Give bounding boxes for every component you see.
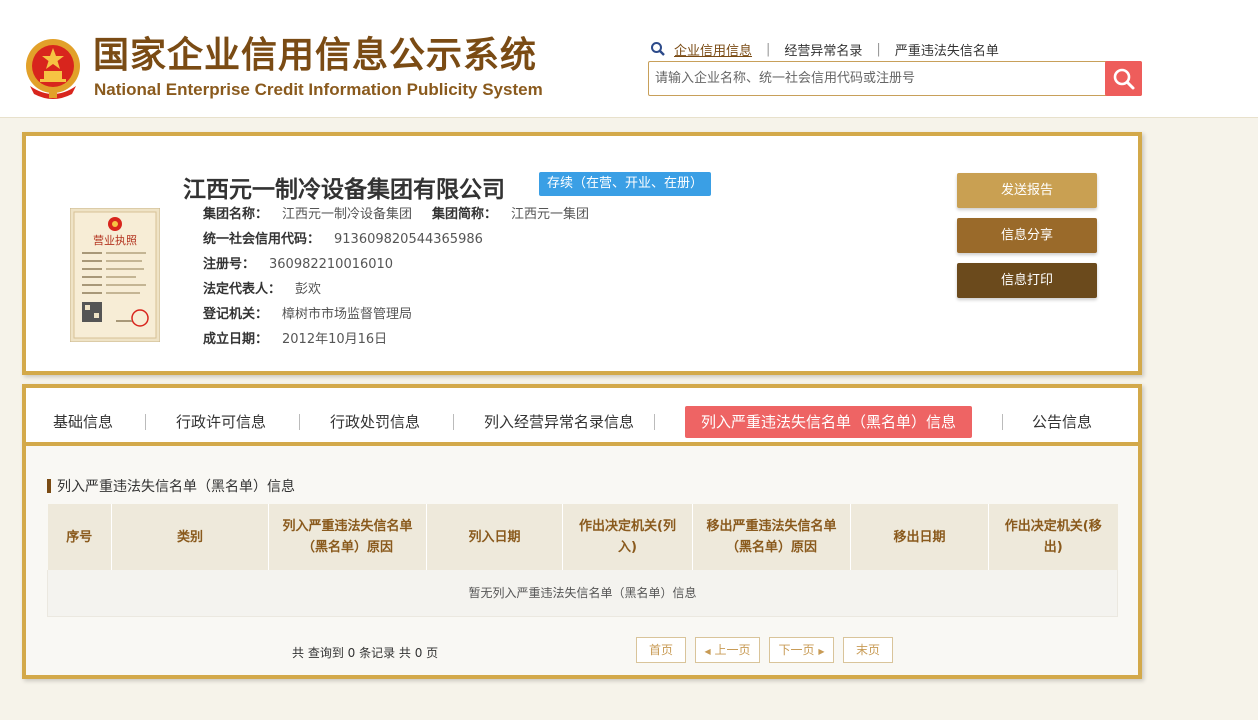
tab-bar: 基础信息 行政许可信息 行政处罚信息 列入经营异常名录信息 列入严重违法失信名单… — [26, 388, 1138, 446]
status-badge: 存续（在营、开业、在册） — [539, 172, 712, 196]
col-header: 列入严重违法失信名单（黑名单）原因 — [268, 504, 427, 570]
info-row-group: 集团名称： 江西元一制冷设备集团 集团简称： 江西元一集团 — [203, 205, 589, 225]
search-icon — [1113, 68, 1134, 89]
search-input[interactable] — [649, 62, 1105, 95]
company-name: 江西元一制冷设备集团有限公司 — [183, 177, 505, 203]
section-title: 列入严重违法失信名单（黑名单）信息 — [47, 476, 295, 496]
next-page-button[interactable]: 下一页 ▶ — [769, 637, 834, 663]
next-page-label: 下一页 — [778, 643, 815, 657]
send-report-button[interactable]: 发送报告 — [957, 173, 1097, 208]
col-header: 类别 — [111, 504, 269, 570]
nav-divider: | — [876, 41, 881, 57]
col-header: 列入日期 — [426, 504, 563, 570]
tab-divider — [1002, 414, 1003, 430]
record-total: 共 查询到 0 条记录 共 0 页 — [292, 646, 439, 660]
info-row-reg-no: 注册号： 360982210016010 — [203, 255, 393, 275]
tab-divider — [299, 414, 300, 430]
table-row: 暂无列入严重违法失信名单（黑名单）信息 — [47, 570, 1118, 617]
site-title-cn: 国家企业信用信息公示系统 — [93, 35, 538, 76]
uscc-value: 913609820544365986 — [334, 232, 483, 247]
section-title-bar — [47, 479, 51, 493]
search-box — [648, 61, 1142, 96]
tab-admin-license[interactable]: 行政许可信息 — [176, 406, 266, 438]
blacklist-table: 序号 类别 列入严重违法失信名单（黑名单）原因 列入日期 作出决定机关(列入) … — [47, 504, 1118, 617]
nav-abnormal-list[interactable]: 经营异常名录 — [784, 40, 862, 59]
chevron-left-icon: ◀ — [704, 647, 711, 656]
search-icon — [651, 42, 665, 56]
print-button[interactable]: 信息打印 — [957, 263, 1097, 298]
tab-announcement[interactable]: 公告信息 — [1032, 406, 1092, 438]
reg-no-label: 注册号： — [203, 257, 256, 272]
site-title-en: National Enterprise Credit Information P… — [94, 80, 543, 99]
tab-divider — [145, 414, 146, 430]
group-short-value: 江西元一集团 — [511, 207, 590, 222]
info-row-legal-rep: 法定代表人： 彭欢 — [203, 280, 321, 300]
prev-page-label: 上一页 — [714, 643, 751, 657]
tab-basic-info[interactable]: 基础信息 — [53, 406, 113, 438]
group-short-label: 集团简称： — [432, 207, 498, 222]
info-panel: 基础信息 行政许可信息 行政处罚信息 列入经营异常名录信息 列入严重违法失信名单… — [22, 384, 1142, 679]
section-title-text: 列入严重违法失信名单（黑名单）信息 — [57, 479, 295, 495]
group-name-label: 集团名称： — [203, 207, 269, 222]
group-name-value: 江西元一制冷设备集团 — [282, 207, 413, 222]
national-emblem-icon — [26, 39, 80, 99]
legal-rep-label: 法定代表人： — [203, 282, 282, 297]
table-header-row: 序号 类别 列入严重违法失信名单（黑名单）原因 列入日期 作出决定机关(列入) … — [47, 504, 1118, 570]
blacklist-section: 列入严重违法失信名单（黑名单）信息 序号 类别 列入严重违法失信名单（黑名单）原… — [26, 446, 1138, 675]
business-license-image: 营业执照 — [70, 208, 160, 342]
tab-admin-penalty[interactable]: 行政处罚信息 — [330, 406, 420, 438]
col-header: 移出严重违法失信名单（黑名单）原因 — [692, 504, 851, 570]
est-date-value: 2012年10月16日 — [282, 332, 388, 347]
empty-message: 暂无列入严重违法失信名单（黑名单）信息 — [47, 570, 1118, 617]
license-label: 营业执照 — [93, 233, 137, 247]
tab-abnormal-list[interactable]: 列入经营异常名录信息 — [484, 406, 634, 438]
top-nav: 企业信用信息 | 经营异常名录 | 严重违法失信名单 — [650, 40, 999, 59]
est-date-label: 成立日期： — [203, 332, 269, 347]
prev-page-button[interactable]: ◀ 上一页 — [695, 637, 760, 663]
search-button[interactable] — [1105, 61, 1142, 96]
last-page-button[interactable]: 末页 — [843, 637, 893, 663]
col-header: 移出日期 — [850, 504, 989, 570]
tab-divider — [453, 414, 454, 430]
col-header: 序号 — [47, 504, 112, 570]
nav-divider: | — [766, 41, 771, 57]
share-button[interactable]: 信息分享 — [957, 218, 1097, 253]
company-card: 营业执照 江西元一制冷设备集团有限公司 存续（在营、开业、在册） 集团名称： 江… — [22, 132, 1142, 375]
first-page-button[interactable]: 首页 — [636, 637, 686, 663]
nav-blacklist[interactable]: 严重违法失信名单 — [895, 40, 999, 59]
nav-enterprise-credit[interactable]: 企业信用信息 — [674, 40, 752, 59]
info-row-est-date: 成立日期： 2012年10月16日 — [203, 330, 387, 350]
col-header: 作出决定机关(移出) — [988, 504, 1118, 570]
tab-divider — [654, 414, 655, 430]
tab-blacklist[interactable]: 列入严重违法失信名单（黑名单）信息 — [685, 406, 973, 438]
uscc-label: 统一社会信用代码： — [203, 232, 321, 247]
authority-value: 樟树市市场监督管理局 — [282, 307, 413, 322]
col-header: 作出决定机关(列入) — [562, 504, 693, 570]
legal-rep-value: 彭欢 — [295, 282, 322, 297]
reg-no-value: 360982210016010 — [269, 257, 394, 272]
info-row-authority: 登记机关： 樟树市市场监督管理局 — [203, 305, 412, 325]
authority-label: 登记机关： — [203, 307, 269, 322]
chevron-right-icon: ▶ — [818, 647, 825, 656]
info-row-uscc: 统一社会信用代码： 913609820544365986 — [203, 230, 483, 250]
site-header: 国家企业信用信息公示系统 National Enterprise Credit … — [0, 0, 1258, 118]
